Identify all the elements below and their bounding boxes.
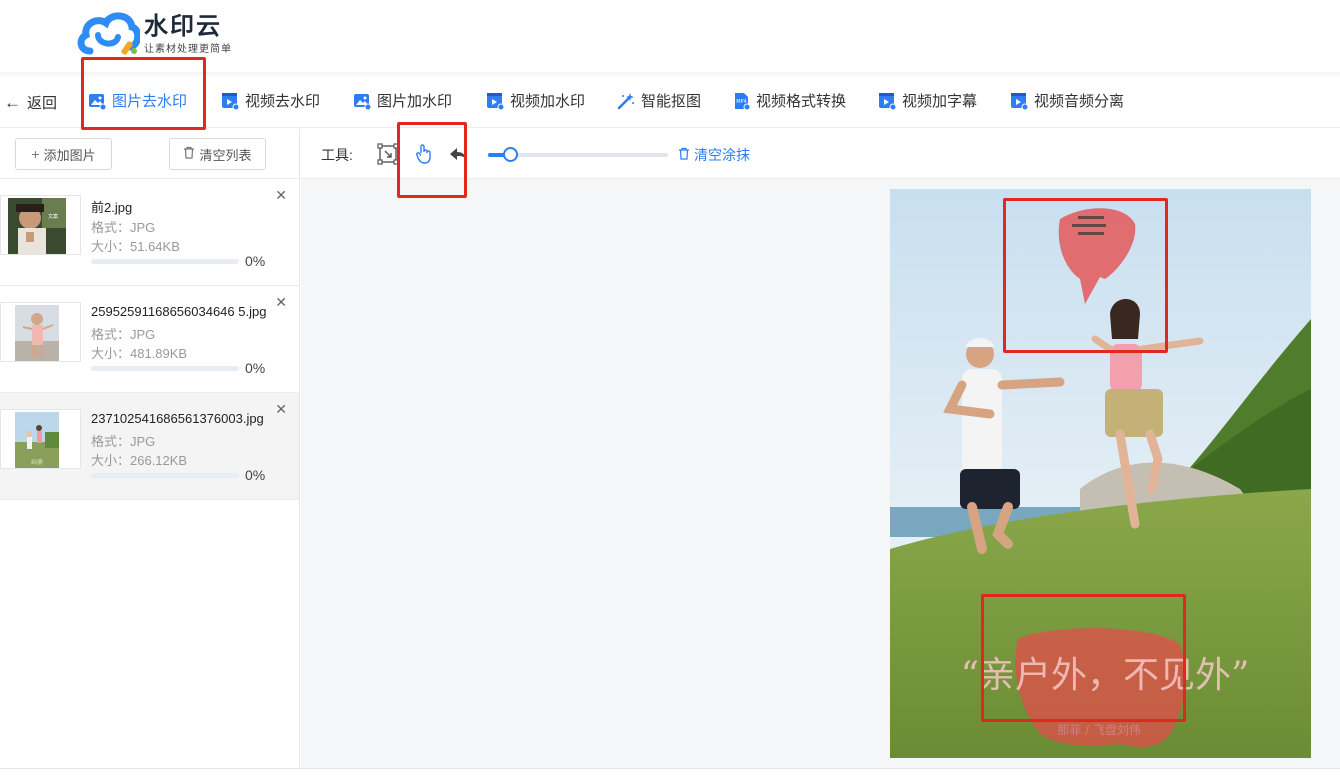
file-list-item[interactable]: 文案 前2.jpg 格式：JPG 大小：51.64KB 0% ✕ bbox=[0, 179, 299, 286]
brush-size-handle[interactable] bbox=[502, 147, 518, 162]
brush-size-slider[interactable] bbox=[488, 147, 668, 162]
remove-file-icon[interactable]: ✕ bbox=[275, 294, 287, 311]
nav-tab-video-audio-split[interactable]: 视频音频分离 bbox=[1010, 90, 1124, 111]
selection-box-icon[interactable] bbox=[377, 143, 399, 165]
editor-canvas[interactable]: “亲户外，不见外” 那菲 / 飞盘刘伟 bbox=[301, 179, 1340, 769]
nav-tab-label: 视频加字幕 bbox=[902, 93, 978, 110]
brand-slogan: 让素材处理更简单 bbox=[144, 43, 232, 55]
image-add-icon bbox=[354, 93, 371, 110]
file-list-panel: + 添加图片 清空列表 文案 前2.jpg 格式：JPG 大小：51.64KB bbox=[0, 129, 300, 769]
file-size: 大小：266.12KB bbox=[91, 453, 188, 468]
file-list-item-selected[interactable]: 纠册 237102541686561376003.jpg 格式：JPG 大小：2… bbox=[0, 393, 299, 500]
svg-text:文案: 文案 bbox=[48, 213, 58, 220]
hand-pointer-icon[interactable] bbox=[413, 143, 435, 165]
nav-tab-label: 智能抠图 bbox=[641, 93, 702, 110]
file-progress-bar bbox=[91, 259, 239, 264]
brand-logo[interactable]: 水印云 让素材处理更简单 bbox=[76, 10, 232, 58]
file-thumbnail bbox=[0, 302, 81, 362]
trash-icon bbox=[678, 147, 690, 163]
photo-credit-text: 那菲 / 飞盘刘伟 bbox=[1057, 722, 1141, 737]
nav-tab-label: 图片去水印 bbox=[112, 93, 188, 110]
video-icon bbox=[879, 92, 896, 110]
video-icon bbox=[1011, 92, 1028, 110]
file-progress-text: 0% bbox=[245, 360, 266, 376]
nav-tab-video-subtitles[interactable]: 视频加字幕 bbox=[878, 90, 977, 111]
file-thumbnail: 纠册 bbox=[0, 409, 81, 469]
video-icon bbox=[222, 92, 239, 110]
file-size: 大小：51.64KB bbox=[91, 239, 180, 254]
video-icon bbox=[487, 92, 504, 110]
editor-toolbar: 工具: 清空涂抹 bbox=[301, 129, 1340, 179]
add-image-label: 添加图片 bbox=[43, 147, 96, 163]
nav-tab-label: 图片加水印 bbox=[377, 93, 453, 110]
nav-tab-video-format-convert[interactable]: MP4 视频格式转换 bbox=[732, 90, 846, 111]
undo-arrow-icon[interactable] bbox=[447, 143, 469, 165]
mp4-file-icon: MP4 bbox=[735, 92, 750, 110]
file-progress-bar bbox=[91, 473, 239, 478]
back-label: 返回 bbox=[27, 95, 58, 112]
remove-file-icon[interactable]: ✕ bbox=[275, 187, 287, 204]
clear-paint-label: 清空涂抹 bbox=[694, 147, 750, 163]
file-name: 前2.jpg bbox=[91, 200, 133, 215]
clear-paint-button[interactable]: 清空涂抹 bbox=[678, 145, 750, 165]
file-name: 237102541686561376003.jpg bbox=[91, 411, 264, 426]
trash-icon bbox=[183, 146, 195, 162]
nav-tab-label: 视频格式转换 bbox=[756, 93, 847, 110]
nav-tab-smart-cutout[interactable]: 智能抠图 bbox=[617, 90, 701, 111]
feature-nav: ← 返回 图片去水印 视频去水印 图片加水印 视频加水印 智能抠图 MP4 视频… bbox=[0, 78, 1340, 128]
file-progress-text: 0% bbox=[245, 467, 266, 483]
nav-tab-image-remove-watermark[interactable]: 图片去水印 bbox=[88, 90, 187, 111]
tools-label: 工具: bbox=[321, 147, 353, 163]
nav-tab-label: 视频加水印 bbox=[510, 93, 586, 110]
nav-tab-video-add-watermark[interactable]: 视频加水印 bbox=[486, 90, 585, 111]
file-name: 25952591168656034646 5.jpg bbox=[91, 304, 267, 319]
file-thumbnail: 文案 bbox=[0, 195, 81, 255]
file-format: 格式：JPG bbox=[91, 434, 156, 449]
file-size: 大小：481.89KB bbox=[91, 346, 188, 361]
image-remove-icon bbox=[89, 93, 106, 110]
add-image-button[interactable]: + 添加图片 bbox=[15, 138, 112, 170]
svg-text:纠册: 纠册 bbox=[31, 459, 43, 466]
nav-tab-label: 视频音频分离 bbox=[1034, 93, 1125, 110]
file-format: 格式：JPG bbox=[91, 220, 156, 235]
file-progress-text: 0% bbox=[245, 253, 266, 269]
bottom-divider bbox=[0, 768, 1340, 769]
nav-tab-image-add-watermark[interactable]: 图片加水印 bbox=[353, 90, 452, 111]
file-list-toolbar: + 添加图片 清空列表 bbox=[0, 129, 299, 179]
photo-caption-text: “亲户外，不见外” bbox=[961, 655, 1250, 696]
nav-tab-label: 视频去水印 bbox=[245, 93, 321, 110]
back-button[interactable]: ← 返回 bbox=[4, 92, 57, 113]
cloud-logo-icon bbox=[77, 12, 140, 55]
arrow-left-icon: ← bbox=[4, 92, 21, 112]
file-list-item[interactable]: 25952591168656034646 5.jpg 格式：JPG 大小：481… bbox=[0, 286, 299, 393]
preview-photo[interactable]: “亲户外，不见外” 那菲 / 飞盘刘伟 bbox=[890, 189, 1311, 758]
clear-list-label: 清空列表 bbox=[199, 147, 252, 163]
file-format: 格式：JPG bbox=[91, 327, 156, 342]
remove-file-icon[interactable]: ✕ bbox=[275, 401, 287, 418]
nav-tab-video-remove-watermark[interactable]: 视频去水印 bbox=[221, 90, 320, 111]
plus-icon: + bbox=[31, 146, 40, 162]
clear-list-button[interactable]: 清空列表 bbox=[169, 138, 266, 170]
magic-wand-icon bbox=[617, 92, 634, 109]
file-progress-bar bbox=[91, 366, 239, 371]
app-header: 水印云 让素材处理更简单 bbox=[0, 0, 1340, 72]
brand-name: 水印云 bbox=[144, 12, 222, 40]
